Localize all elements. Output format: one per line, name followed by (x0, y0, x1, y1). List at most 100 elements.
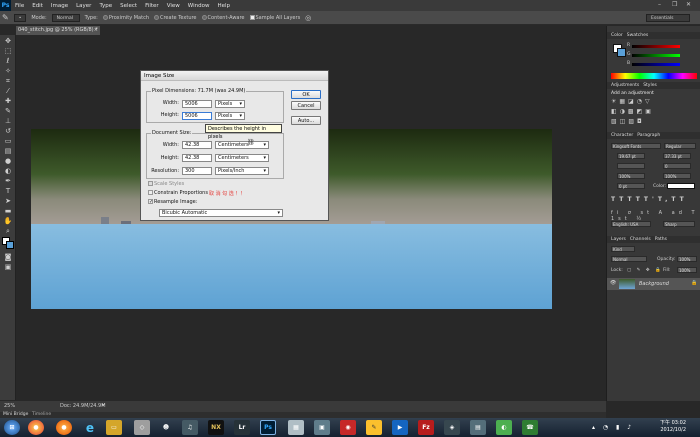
workspace-select[interactable]: Essentials (646, 13, 690, 22)
tab-adjustments[interactable]: Adjustments (611, 82, 639, 89)
eyedropper-tool-icon[interactable]: ⁄ (3, 87, 13, 95)
adjustment-icons-row-1[interactable]: ☀▦◪◔▽ (611, 98, 653, 105)
font-size-input[interactable]: 19.67 pt (617, 153, 645, 159)
doc-size[interactable]: Doc: 24.9M/24.9M (60, 403, 106, 409)
app-icon[interactable]: ◈ (444, 420, 460, 435)
app-icon[interactable]: ☎ (522, 420, 538, 435)
resolution-unit-select[interactable]: Pixels/Inch (215, 167, 269, 175)
pressure-size-icon[interactable]: ◎ (305, 14, 311, 22)
constrain-proportions-checkbox[interactable]: Constrain Proportions (148, 190, 208, 196)
app-icon[interactable]: ✎ (366, 420, 382, 435)
clone-stamp-tool-icon[interactable]: ⊥ (3, 117, 13, 125)
proximity-match-option[interactable]: Proximity Match (102, 14, 149, 21)
tab-character[interactable]: Character (611, 132, 633, 139)
adjustment-icons-row-3[interactable]: ▧◫▨◘ (611, 118, 645, 125)
chrome-icon[interactable]: ● (28, 420, 44, 435)
close-icon[interactable]: ✕ (686, 1, 691, 8)
lightroom-icon[interactable]: Lr (234, 420, 250, 435)
app-icon[interactable]: ◉ (340, 420, 356, 435)
app-icon[interactable]: ▦ (288, 420, 304, 435)
create-texture-option[interactable]: Create Texture (154, 14, 197, 21)
doc-width-input[interactable]: 42.38 (182, 141, 212, 149)
blur-tool-icon[interactable]: ● (3, 157, 13, 165)
tab-swatches[interactable]: Swatches (627, 32, 649, 39)
color-spectrum[interactable] (611, 73, 697, 79)
scale-styles-checkbox[interactable]: Scale Styles (148, 181, 184, 187)
vertical-scale-input[interactable]: 100% (617, 173, 645, 179)
blend-mode-select[interactable]: Normal (611, 256, 647, 262)
tab-layers[interactable]: Layers (611, 236, 626, 243)
zoom-tool-icon[interactable]: ⌕ (3, 227, 13, 235)
shape-tool-icon[interactable]: ▬ (3, 207, 13, 215)
layer-filter-select[interactable]: Kind (611, 246, 635, 252)
menu-layer[interactable]: Layer (72, 3, 95, 9)
healing-tool-icon[interactable]: ✚ (3, 97, 13, 105)
zoom-level[interactable]: 25% (4, 403, 15, 409)
file-explorer-icon[interactable]: ▭ (106, 420, 122, 435)
menu-file[interactable]: File (11, 3, 28, 9)
color-swatches[interactable] (2, 237, 14, 251)
pixel-width-unit-select[interactable]: Pixels (215, 100, 245, 108)
brush-size-picker[interactable]: • (13, 13, 27, 22)
lasso-tool-icon[interactable]: ℓ (3, 57, 13, 65)
tab-close-icon[interactable]: × (94, 26, 98, 35)
opacity-input[interactable]: 100% (677, 256, 697, 262)
minimize-icon[interactable]: – (658, 1, 661, 8)
tab-channels[interactable]: Channels (630, 236, 651, 243)
document-tab[interactable]: 040_stitch.jpg @ 25% (RGB/8) * × (16, 26, 100, 35)
tab-paragraph[interactable]: Paragraph (637, 132, 660, 139)
font-family-select[interactable]: Kingsoft Fonts (611, 143, 661, 149)
red-slider[interactable] (632, 45, 680, 48)
eraser-tool-icon[interactable]: ▭ (3, 137, 13, 145)
nikon-icon[interactable]: NX (208, 420, 224, 435)
crop-tool-icon[interactable]: ⌗ (3, 77, 13, 85)
history-brush-tool-icon[interactable]: ↺ (3, 127, 13, 135)
text-style-buttons[interactable]: TTTTT'T,TT (611, 196, 688, 203)
ok-button[interactable]: OK (291, 90, 321, 99)
kerning-input[interactable] (617, 163, 645, 169)
menu-select[interactable]: Select (116, 3, 141, 9)
doc-height-unit-select[interactable]: Centimeters (215, 154, 269, 162)
pixel-width-input[interactable]: 5006 (182, 100, 212, 108)
resample-method-select[interactable]: Bicubic Automatic (159, 209, 283, 217)
text-color-swatch[interactable] (667, 183, 695, 189)
resolution-input[interactable]: 300 (182, 167, 212, 175)
tab-paths[interactable]: Paths (655, 236, 667, 243)
tab-styles[interactable]: Styles (643, 82, 657, 89)
menu-type[interactable]: Type (95, 3, 116, 9)
app-icon[interactable]: ▤ (470, 420, 486, 435)
filezilla-icon[interactable]: Fz (418, 420, 434, 435)
app-icon[interactable]: ▣ (314, 420, 330, 435)
layer-name[interactable]: Background (639, 281, 669, 287)
sample-all-layers-checkbox[interactable]: Sample All Layers (249, 14, 300, 21)
background-color-swatch[interactable] (6, 241, 14, 249)
marquee-tool-icon[interactable]: ⬚ (3, 47, 13, 55)
doc-width-unit-select[interactable]: Centimeters (215, 141, 269, 149)
adjustment-icons-row-2[interactable]: ◧◑▩◩▣ (611, 108, 654, 115)
lock-icons[interactable]: ▢ ✎ ✥ 🔒 (627, 268, 663, 273)
path-select-tool-icon[interactable]: ➤ (3, 197, 13, 205)
photoshop-taskbar-icon[interactable]: Ps (260, 420, 276, 435)
horizontal-scale-input[interactable]: 100% (663, 173, 691, 179)
cancel-button[interactable]: Cancel (291, 101, 321, 110)
gradient-tool-icon[interactable]: ▤ (3, 147, 13, 155)
mode-select[interactable]: Normal (51, 13, 80, 22)
content-aware-option[interactable]: Content-Aware (201, 14, 245, 21)
font-style-select[interactable]: Regular (664, 143, 696, 149)
app-icon[interactable]: ◇ (134, 420, 150, 435)
panel-background-swatch[interactable] (617, 48, 626, 57)
app-icon[interactable]: ▶ (392, 420, 408, 435)
taskbar-clock[interactable]: 下午 03:02 2012/10/2 (660, 420, 686, 434)
start-button-icon[interactable]: ⊞ (4, 420, 20, 435)
hand-tool-icon[interactable]: ✋ (3, 217, 13, 225)
media-app-icon[interactable]: ♫ (182, 420, 198, 435)
pen-tool-icon[interactable]: ✒ (3, 177, 13, 185)
leading-input[interactable]: 37.33 pt (663, 153, 691, 159)
menu-window[interactable]: Window (184, 3, 214, 9)
layer-row-background[interactable]: 👁 Background 🔒 (607, 278, 700, 290)
status-menu-icon[interactable]: ▸ (102, 402, 105, 408)
brush-tool-icon[interactable]: ✎ (3, 107, 13, 115)
menu-image[interactable]: Image (47, 3, 72, 9)
blue-slider[interactable] (632, 63, 680, 66)
quick-select-tool-icon[interactable]: ✧ (3, 67, 13, 75)
